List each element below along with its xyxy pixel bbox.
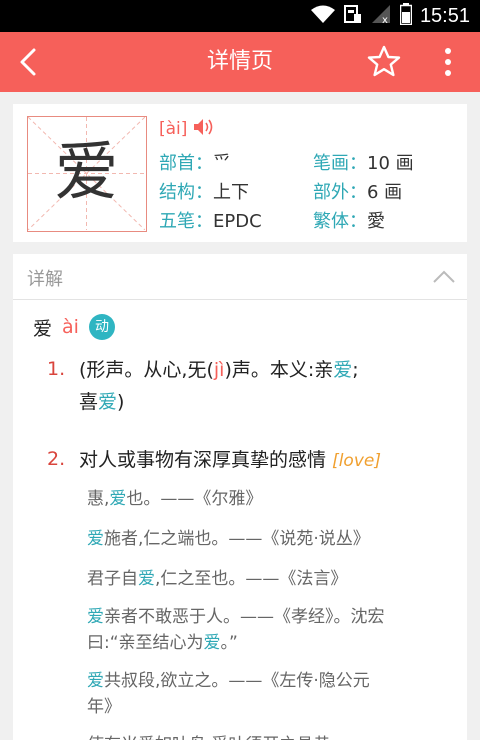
traditional-info: 繁体：愛 [313, 211, 385, 232]
battery-icon [399, 3, 413, 29]
signal-icon: x [370, 4, 392, 28]
example-sentence: 惠,爱也。——《尔雅》 [87, 489, 263, 509]
example-sentence-partial: 使有米爱如吐鸟 受叶须开之具恭 [87, 732, 439, 740]
definition-2: 对人或事物有深厚真挚的感情 [love] [79, 449, 381, 471]
app-bar: 详情页 [0, 32, 480, 92]
character-grid: 爱 [27, 116, 147, 232]
wifi-icon [310, 4, 336, 28]
pinyin-row: [ài] [159, 118, 215, 140]
notification-icon [343, 4, 362, 28]
character-card: 爱 [ài] 部首：爫 笔画：10 画 结构：上下 部外：6 画 五笔：EPDC… [13, 104, 467, 242]
detail-title: 详解 [27, 269, 63, 290]
outer-strokes-info: 部外：6 画 [313, 182, 403, 203]
pinyin-text: [ài] [159, 119, 188, 139]
favorite-button[interactable] [366, 44, 402, 80]
detail-header[interactable]: 详解 [13, 254, 467, 300]
entry-char: 爱 [33, 317, 53, 340]
status-time: 15:51 [419, 4, 470, 27]
more-button[interactable] [434, 44, 462, 80]
chevron-left-icon [20, 48, 36, 76]
wubi-info: 五笔：EPDC [159, 211, 262, 232]
example-sentence: 爱施者,仁之端也。——《说苑·说丛》 [87, 529, 370, 549]
part-of-speech-badge: 动 [88, 314, 115, 340]
svg-text:x: x [382, 15, 388, 24]
detail-section: 详解 爱 ài 动 1. (形声。从心,旡(jì)声。本义:亲爱; 喜爱) 2.… [13, 254, 467, 740]
status-bar: x 15:51 [0, 0, 480, 32]
example-sentence: 君子自爱,仁之至也。——《法言》 [87, 569, 348, 589]
page-title: 详情页 [206, 49, 273, 74]
star-icon [367, 45, 401, 77]
more-vertical-icon [445, 48, 451, 76]
example-sentence: 爱亲者不敢恶于人。——《孝经》。沈宏 曰:“亲至结心为爱。” [87, 607, 385, 653]
entry-pinyin: ài [62, 316, 79, 338]
radical-info: 部首：爫 [159, 153, 231, 174]
definition-1: (形声。从心,旡(jì)声。本义:亲爱; 喜爱) [79, 359, 359, 413]
structure-info: 结构：上下 [159, 182, 249, 203]
definition-number: 2. [47, 448, 66, 470]
back-button[interactable] [12, 44, 48, 80]
main-character: 爱 [54, 136, 119, 210]
entry-header: 爱 ài 动 [33, 314, 115, 340]
definition-number: 1. [47, 358, 66, 380]
stroke-count-info: 笔画：10 画 [313, 153, 414, 174]
chevron-up-icon[interactable] [431, 266, 457, 288]
speaker-icon[interactable] [193, 118, 215, 140]
example-sentence: 爱共叔段,欲立之。——《左传·隐公元 年》 [87, 671, 370, 717]
